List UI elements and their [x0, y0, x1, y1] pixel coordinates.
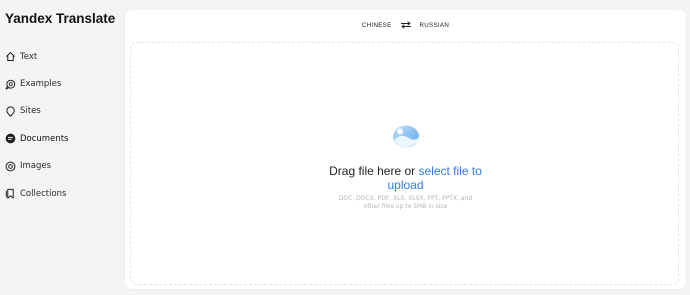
chat-bubbles-icon	[5, 79, 16, 90]
sidebar-nav: Text Examples Sites Documents Images Col…	[5, 43, 68, 207]
home-icon	[5, 51, 16, 62]
hint-line-1: DOC, DOCX, PDF, XLS, XLSX, PPT, PPTX, an…	[338, 195, 473, 202]
sidebar-item-sites[interactable]: Sites	[5, 98, 68, 125]
drop-title: Drag file here or select file to upload	[131, 164, 680, 192]
sidebar-item-label: Collections	[20, 188, 67, 199]
sidebar-item-collections[interactable]: Collections	[5, 180, 68, 207]
sidebar-item-label: Images	[20, 161, 52, 172]
document-translate-card: CHINESE RUSSIAN Drag file here or select…	[125, 10, 686, 289]
sidebar-item-documents[interactable]: Documents	[5, 125, 68, 152]
hint-line-2: other files up to 5MB in size	[363, 203, 448, 210]
target-language-selector[interactable]: RUSSIAN	[418, 22, 452, 29]
sidebar-item-text[interactable]: Text	[5, 43, 68, 70]
bookmarks-icon	[5, 188, 16, 199]
sidebar-item-examples[interactable]: Examples	[5, 70, 68, 97]
source-language-selector[interactable]: CHINESE	[360, 22, 394, 29]
sidebar: Yandex Translate Text Examples Sites Doc…	[0, 0, 120, 295]
supported-formats-hint: DOC, DOCX, PDF, XLS, XLSX, PPT, PPTX, an…	[131, 195, 680, 211]
document-icon	[5, 133, 16, 144]
image-upload-icon	[392, 124, 420, 148]
drop-title-prefix: Drag file here or	[329, 164, 416, 178]
sidebar-item-label: Sites	[20, 106, 41, 117]
select-file-link-upload[interactable]: upload	[387, 178, 423, 192]
camera-icon	[5, 161, 16, 172]
app-title[interactable]: Yandex Translate	[5, 11, 115, 26]
language-bar: CHINESE RUSSIAN	[125, 10, 686, 40]
select-file-link[interactable]: select file to	[419, 164, 482, 178]
sidebar-item-images[interactable]: Images	[5, 153, 68, 180]
file-drop-zone[interactable]: Drag file here or select file to upload …	[130, 42, 679, 285]
sidebar-item-label: Documents	[20, 133, 69, 144]
swap-arrows-icon[interactable]	[400, 21, 412, 29]
sidebar-item-label: Text	[20, 51, 38, 62]
location-pin-icon	[5, 106, 16, 117]
sidebar-item-label: Examples	[20, 79, 62, 90]
